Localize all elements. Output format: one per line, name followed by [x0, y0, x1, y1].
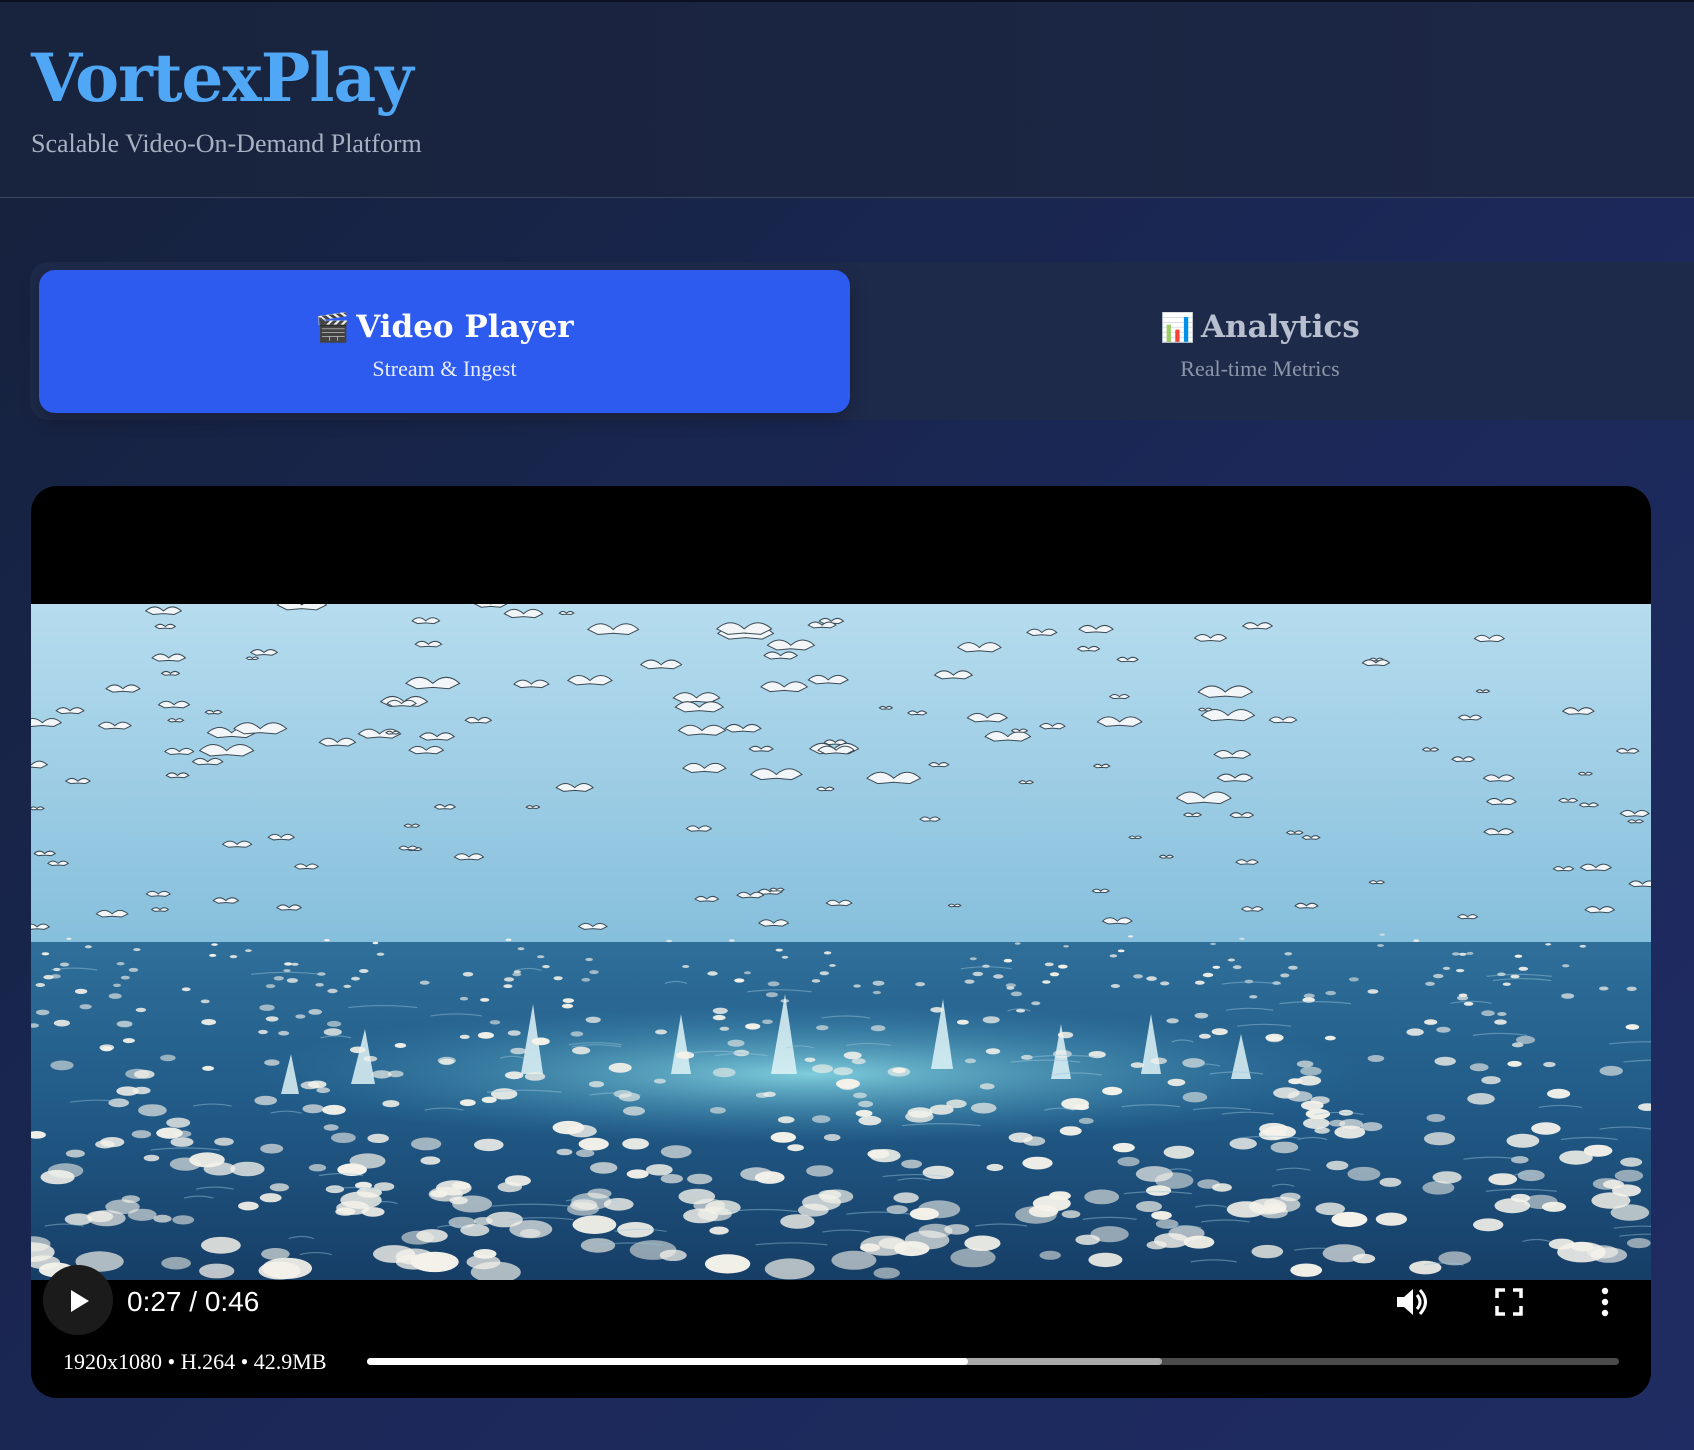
tab-video-player[interactable]: 🎬 Video Player Stream & Ingest — [39, 270, 850, 413]
video-frame[interactable] — [31, 604, 1651, 1280]
fullscreen-icon — [1495, 1288, 1523, 1316]
video-player[interactable]: 0:27 / 0:46 1920x1080 • H.264 • 42.9MB — [31, 486, 1651, 1398]
brand-logo[interactable]: VortexPlay — [31, 38, 414, 118]
clapperboard-icon: 🎬 — [315, 311, 351, 344]
play-icon — [71, 1290, 89, 1312]
bar-chart-icon: 📊 — [1160, 311, 1195, 344]
fullscreen-button[interactable] — [1491, 1284, 1527, 1320]
seek-bar[interactable] — [367, 1358, 1619, 1365]
app-header: VortexPlay Scalable Video-On-Demand Plat… — [0, 0, 1694, 198]
volume-button[interactable] — [1393, 1284, 1429, 1320]
tab-video-player-sublabel: Stream & Ingest — [372, 356, 517, 381]
volume-icon — [1397, 1288, 1427, 1316]
play-button[interactable] — [43, 1265, 113, 1335]
more-options-icon — [1601, 1287, 1609, 1317]
time-display: 0:27 / 0:46 — [127, 1286, 260, 1317]
tab-bar: 🎬 Video Player Stream & Ingest 📊 Analytics… — [30, 262, 1694, 420]
tab-analytics-label: Analytics — [1200, 309, 1360, 345]
seek-bar-played — [367, 1358, 968, 1365]
tab-analytics[interactable]: 📊 Analytics Real-time Metrics — [860, 270, 1660, 413]
tab-analytics-title: 📊 Analytics — [860, 307, 1660, 348]
seabird-scene-illustration — [31, 604, 1651, 1280]
more-options-button[interactable] — [1587, 1284, 1623, 1320]
tab-video-player-label: Video Player — [356, 309, 574, 345]
tagline: Scalable Video-On-Demand Platform — [31, 129, 422, 158]
tab-video-player-title: 🎬 Video Player — [39, 307, 850, 348]
player-controls: 0:27 / 0:46 1920x1080 • H.264 • 42.9MB — [31, 1265, 1651, 1398]
tab-analytics-sublabel: Real-time Metrics — [1180, 356, 1340, 381]
media-info: 1920x1080 • H.264 • 42.9MB — [63, 1349, 327, 1374]
